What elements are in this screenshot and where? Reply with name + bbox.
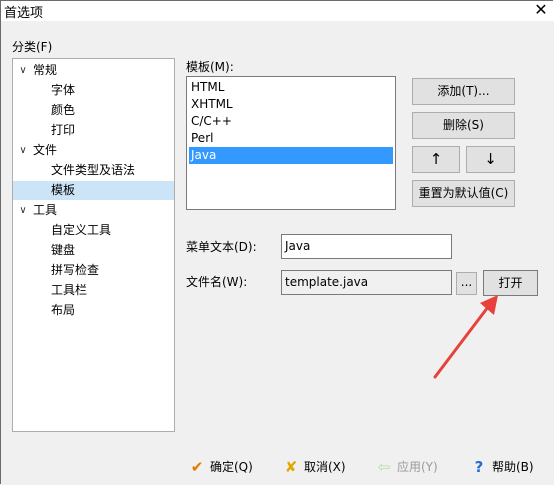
tree-label: 打印 bbox=[51, 123, 76, 137]
collapse-icon[interactable]: ∨ bbox=[17, 61, 29, 80]
help-icon: ? bbox=[474, 457, 484, 476]
tree-label: 文件类型及语法 bbox=[51, 163, 136, 177]
browse-button[interactable]: ... bbox=[456, 272, 477, 295]
tree-label: 工具 bbox=[33, 203, 58, 217]
collapse-icon[interactable]: ∨ bbox=[17, 141, 29, 160]
add-button-label: 添加(T)... bbox=[437, 84, 490, 98]
list-item[interactable]: XHTML bbox=[189, 96, 393, 113]
tree-item-font[interactable]: 字体 bbox=[13, 81, 174, 100]
open-button-label: 打开 bbox=[498, 276, 523, 290]
delete-button[interactable]: 删除(S) bbox=[412, 112, 515, 139]
templates-list[interactable]: HTML XHTML C/C++ Perl Java bbox=[186, 76, 396, 210]
category-label: 分类(F) bbox=[12, 40, 53, 54]
help-button[interactable]: ? 帮助(B) bbox=[470, 455, 534, 477]
list-item-selected[interactable]: Java bbox=[189, 147, 393, 164]
cross-icon: ✘ bbox=[284, 457, 298, 476]
tree-item-spellcheck[interactable]: 拼写检查 bbox=[13, 261, 174, 280]
browse-button-label: ... bbox=[460, 275, 473, 289]
reset-button-label: 重置为默认值(C) bbox=[418, 186, 509, 200]
category-tree[interactable]: ∨ 常规 字体 颜色 打印 ∨ 文件 文件类型及语法 模板 ∨ 工具 自定义工具… bbox=[12, 58, 175, 432]
menu-text-input[interactable]: Java bbox=[281, 234, 452, 259]
tree-item-custom-tools[interactable]: 自定义工具 bbox=[13, 221, 174, 240]
apply-button[interactable]: ⇦ 应用(Y) bbox=[375, 455, 438, 477]
help-label: 帮助(B) bbox=[492, 459, 534, 474]
tree-label: 字体 bbox=[51, 83, 76, 97]
filename-input[interactable]: template.java bbox=[281, 270, 452, 295]
move-up-button[interactable]: ↑ bbox=[412, 146, 460, 173]
tree-label: 模板 bbox=[51, 183, 76, 197]
collapse-icon[interactable]: ∨ bbox=[17, 201, 29, 220]
tree-label: 常规 bbox=[33, 63, 58, 77]
tree-item-color[interactable]: 颜色 bbox=[13, 101, 174, 120]
cancel-label: 取消(X) bbox=[304, 459, 346, 474]
tree-label: 文件 bbox=[33, 143, 58, 157]
cancel-button[interactable]: ✘ 取消(X) bbox=[282, 455, 346, 477]
delete-button-label: 删除(S) bbox=[443, 118, 484, 132]
arrow-left-icon: ⇦ bbox=[377, 457, 391, 476]
reset-default-button[interactable]: 重置为默认值(C) bbox=[412, 180, 515, 207]
tree-item-keyboard[interactable]: 键盘 bbox=[13, 241, 174, 260]
tree-item-tools[interactable]: ∨ 工具 bbox=[13, 201, 174, 220]
list-item[interactable]: C/C++ bbox=[189, 113, 393, 130]
tree-label: 工具栏 bbox=[51, 283, 88, 297]
tree-label: 拼写检查 bbox=[51, 263, 100, 277]
filename-label: 文件名(W): bbox=[186, 275, 248, 289]
menu-text-label: 菜单文本(D): bbox=[186, 240, 257, 254]
list-item[interactable]: Perl bbox=[189, 130, 393, 147]
tree-item-print[interactable]: 打印 bbox=[13, 121, 174, 140]
add-button[interactable]: 添加(T)... bbox=[412, 78, 515, 105]
annotation-arrow-icon bbox=[433, 295, 498, 379]
tree-item-file-types[interactable]: 文件类型及语法 bbox=[13, 161, 174, 180]
ok-button[interactable]: ✔ 确定(Q) bbox=[188, 455, 253, 477]
close-icon[interactable]: ✕ bbox=[532, 1, 550, 19]
tree-label: 布局 bbox=[51, 303, 76, 317]
tree-item-file[interactable]: ∨ 文件 bbox=[13, 141, 174, 160]
tree-label: 自定义工具 bbox=[51, 223, 112, 237]
tree-item-toolbar[interactable]: 工具栏 bbox=[13, 281, 174, 300]
tree-label: 键盘 bbox=[51, 243, 76, 257]
apply-label: 应用(Y) bbox=[397, 459, 438, 474]
title-bar: 首选项 ✕ bbox=[1, 1, 554, 21]
checkmark-icon: ✔ bbox=[190, 457, 204, 476]
move-down-button[interactable]: ↓ bbox=[466, 146, 515, 173]
tree-item-general[interactable]: ∨ 常规 bbox=[13, 61, 174, 80]
arrow-up-icon: ↑ bbox=[429, 150, 443, 168]
list-item[interactable]: HTML bbox=[189, 79, 393, 96]
window-title: 首选项 bbox=[4, 6, 44, 21]
templates-label: 模板(M): bbox=[186, 60, 234, 74]
arrow-down-icon: ↓ bbox=[484, 150, 497, 168]
tree-item-layout[interactable]: 布局 bbox=[13, 301, 174, 320]
tree-label: 颜色 bbox=[51, 103, 76, 117]
tree-item-templates[interactable]: 模板 bbox=[13, 181, 174, 200]
ok-label: 确定(Q) bbox=[210, 459, 253, 474]
